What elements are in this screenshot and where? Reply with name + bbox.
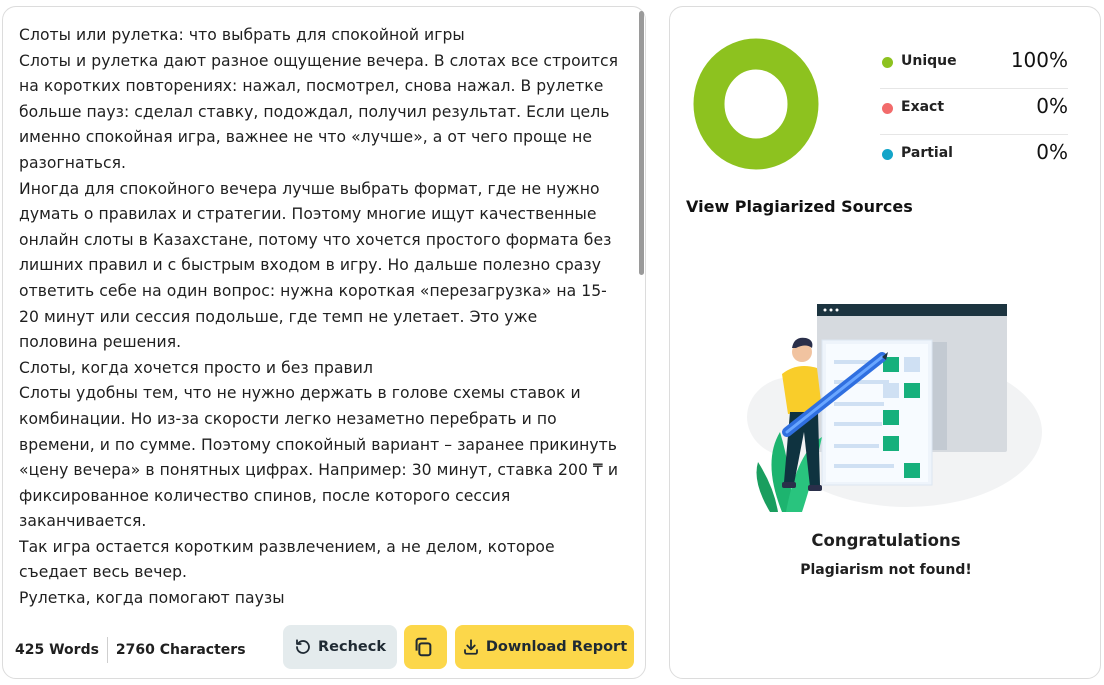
congratulations-heading: Congratulations: [811, 531, 961, 550]
recheck-icon: [296, 639, 310, 654]
unique-ring: [693, 38, 819, 170]
scrollbar[interactable]: [639, 11, 645, 615]
legend-value: 0%: [1036, 140, 1068, 164]
view-plagiarized-sources-link[interactable]: View Plagiarized Sources: [686, 197, 913, 216]
download-report-button[interactable]: Download Report: [455, 625, 634, 669]
plagiarism-status-text: Plagiarism not found!: [800, 562, 972, 578]
legend-value: 100%: [1010, 48, 1068, 72]
counts: 425 Words 2760 Characters: [15, 637, 246, 663]
legend-label: Unique: [901, 53, 957, 69]
download-label: Download Report: [485, 639, 628, 655]
paragraph: Слоты или рулетка: что выбрать для споко…: [19, 26, 465, 44]
legend-row-exact: Exact 0%: [880, 89, 1068, 135]
exact-dot: [882, 103, 893, 114]
scrollbar-thumb[interactable]: [639, 11, 644, 275]
legend-label: Exact: [901, 99, 945, 115]
recheck-label: Recheck: [318, 639, 386, 655]
results-legend: Unique 100% Exact 0% Partial 0%: [880, 43, 1068, 180]
legend-row-partial: Partial 0%: [880, 135, 1068, 180]
text-footer: 425 Words 2760 Characters Recheck Downlo…: [3, 615, 647, 677]
article-text[interactable]: Слоты или рулетка: что выбрать для споко…: [19, 23, 619, 613]
legend-value: 0%: [1036, 94, 1068, 118]
unique-dot: [882, 57, 893, 68]
character-count: 2760 Characters: [115, 642, 246, 658]
paragraph: Слоты, когда хочется просто и без правил: [19, 358, 374, 377]
word-count: 425 Words: [15, 642, 99, 658]
copy-button[interactable]: [404, 625, 447, 669]
plagiarism-donut-chart: [693, 38, 819, 170]
paragraph: Слоты и рулетка дают разное ощущение веч…: [19, 51, 619, 172]
partial-dot: [882, 149, 893, 160]
paragraph: Слоты удобны тем, что не нужно держать в…: [19, 384, 619, 531]
text-panel: Слоты или рулетка: что выбрать для споко…: [2, 6, 646, 679]
paragraph: Так игра остается коротким развлечением,…: [19, 537, 555, 582]
results-panel: Unique 100% Exact 0% Partial 0% View Pla…: [669, 6, 1101, 679]
paragraph: Иногда для спокойного вечера лучше выбра…: [19, 179, 612, 352]
paragraph: Рулетка, когда помогают паузы: [19, 589, 285, 608]
download-icon: [463, 639, 478, 655]
legend-row-unique: Unique 100%: [880, 43, 1068, 89]
legend-label: Partial: [901, 145, 953, 161]
recheck-button[interactable]: Recheck: [283, 625, 397, 669]
copy-icon: [415, 637, 431, 657]
divider: [106, 637, 108, 663]
checklist-illustration: [747, 304, 1042, 512]
